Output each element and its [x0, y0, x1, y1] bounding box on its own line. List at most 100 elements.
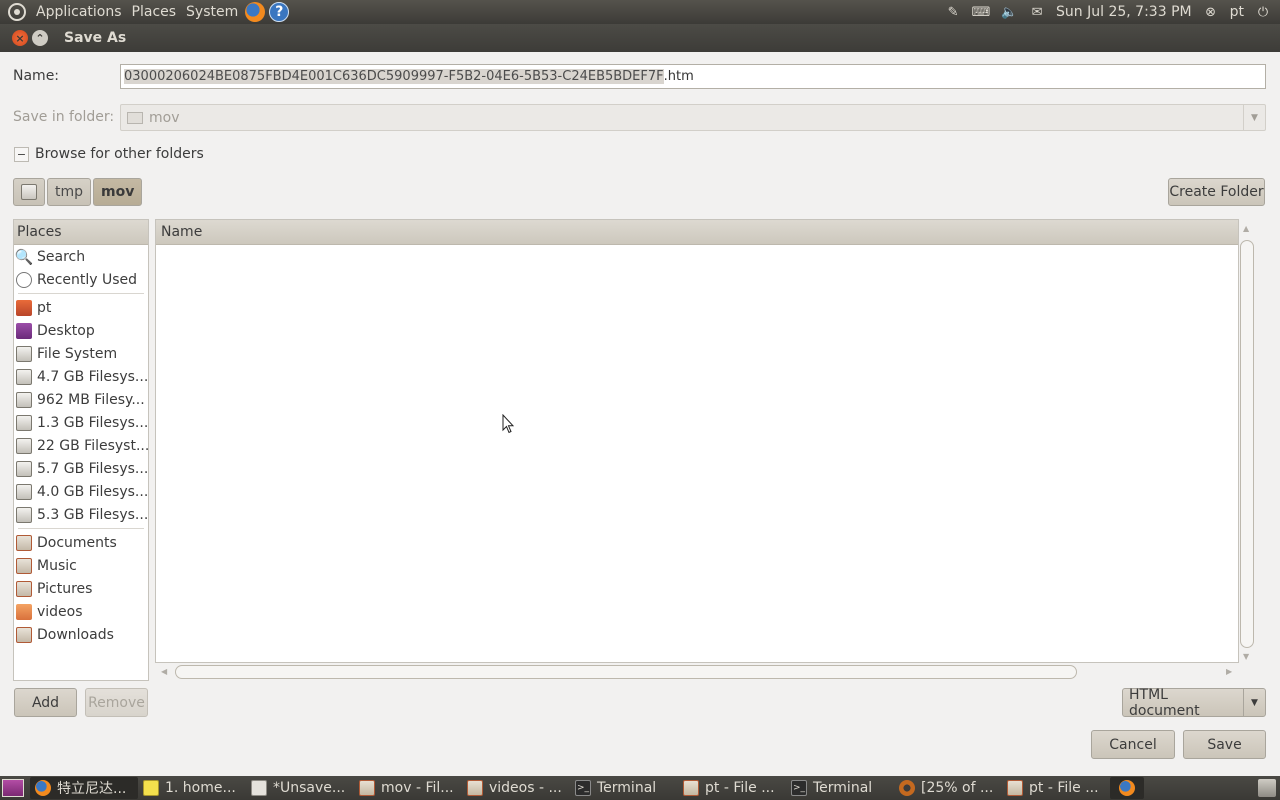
taskbar-item[interactable]: pt - File ... [1002, 777, 1110, 799]
taskbar-item-label: [25% of ... [921, 780, 994, 796]
places-item-file-system[interactable]: File System [14, 342, 148, 365]
browse-folders-expander[interactable]: − Browse for other folders [14, 146, 204, 162]
browse-folders-label[interactable]: Browse for other folders [35, 146, 204, 162]
taskbar-item[interactable]: 特立尼达... [30, 777, 138, 799]
places-item-pt[interactable]: pt [14, 296, 148, 319]
horizontal-scrollbar[interactable]: ◀ ▶ [160, 664, 1238, 680]
places-header[interactable]: Places [14, 220, 148, 245]
places-item-downloads[interactable]: Downloads [14, 623, 148, 646]
menu-system[interactable]: System [181, 4, 243, 20]
music-folder-icon [16, 557, 32, 574]
terminal-icon: >_ [575, 780, 591, 796]
taskbar-item[interactable]: *Unsave... [246, 777, 354, 799]
mail-icon[interactable]: ✉ [1028, 4, 1046, 20]
places-item-search[interactable]: 🔍 Search [14, 245, 148, 268]
show-desktop-icon[interactable] [2, 779, 24, 797]
save-button[interactable]: Save [1183, 730, 1266, 759]
text-editor-icon [251, 780, 267, 796]
places-item-label: Music [37, 557, 77, 574]
scroll-down-icon[interactable]: ▼ [1243, 652, 1249, 661]
user-name[interactable]: pt [1230, 4, 1244, 20]
taskbar-item-label: 1. home... [165, 780, 236, 796]
places-item-pictures[interactable]: Pictures [14, 577, 148, 600]
menu-places[interactable]: Places [127, 4, 182, 20]
scroll-up-icon[interactable]: ▲ [1243, 224, 1249, 233]
taskbar-item[interactable]: [25% of ... [894, 777, 1002, 799]
folder-icon [16, 603, 32, 620]
drive-icon [16, 414, 32, 431]
vertical-scrollbar[interactable]: ▲ ▼ [1240, 224, 1254, 662]
notes-icon[interactable]: ✎ [944, 4, 962, 20]
folder-icon [127, 111, 143, 124]
add-bookmark-button[interactable]: Add [14, 688, 77, 717]
places-item-music[interactable]: Music [14, 554, 148, 577]
top-menu: Applications Places System ? [0, 0, 290, 24]
collapse-icon[interactable]: − [14, 146, 29, 162]
file-type-filter-combo[interactable]: HTML document ▼ [1122, 687, 1266, 719]
keyboard-icon[interactable]: ⌨ [972, 4, 991, 20]
taskbar-item[interactable]: 1. home... [138, 777, 246, 799]
places-item-label: 1.3 GB Filesys... [37, 414, 149, 431]
horizontal-scroll-thumb[interactable] [175, 665, 1077, 679]
places-item-label: videos [37, 603, 83, 620]
minimize-window-button[interactable]: ⌃ [32, 30, 48, 46]
remove-bookmark-button[interactable]: Remove [85, 688, 148, 717]
places-item-label: 4.0 GB Filesys... [37, 483, 149, 500]
name-label: Name: [13, 68, 60, 84]
filename-input[interactable]: 03000206024BE0875FBD4E001C636DC5909997-F… [120, 64, 1266, 89]
taskbar-item-firefox-dialog[interactable] [1110, 777, 1144, 799]
clock[interactable]: Sun Jul 25, 7:33 PM [1056, 4, 1192, 20]
places-item-documents[interactable]: Documents [14, 531, 148, 554]
user-status-icon[interactable]: ⊗ [1202, 4, 1220, 20]
taskbar-item[interactable]: mov - Fil... [354, 777, 462, 799]
taskbar-item[interactable]: videos - ... [462, 777, 570, 799]
save-in-folder-value: mov [149, 109, 180, 126]
top-panel: Applications Places System ? ✎ ⌨ 🔈 ✉ Sun… [0, 0, 1280, 24]
places-item-volume[interactable]: 1.3 GB Filesys... [14, 411, 148, 434]
taskbar-item-label: pt - File ... [705, 780, 775, 796]
taskbar-item[interactable]: >_ Terminal [786, 777, 894, 799]
close-window-button[interactable]: × [12, 30, 28, 46]
places-item-volume[interactable]: 962 MB Filesy... [14, 388, 148, 411]
bottom-taskbar: 特立尼达... 1. home... *Unsave... mov - Fil.… [0, 776, 1280, 800]
chevron-down-icon: ▼ [1243, 105, 1265, 130]
places-item-label: Documents [37, 534, 117, 551]
downloads-folder-icon [16, 626, 32, 643]
taskbar-item[interactable]: >_ Terminal [570, 777, 678, 799]
file-list[interactable]: Name [155, 219, 1239, 663]
firefox-launcher-icon[interactable] [245, 2, 266, 22]
places-item-volume[interactable]: 4.7 GB Filesys... [14, 365, 148, 388]
help-icon[interactable]: ? [269, 2, 290, 22]
places-item-volume[interactable]: 5.3 GB Filesys... [14, 503, 148, 526]
path-button-mov[interactable]: mov [93, 178, 143, 206]
ubuntu-logo-icon[interactable] [8, 3, 26, 21]
scroll-left-icon[interactable]: ◀ [161, 667, 167, 676]
path-button-tmp[interactable]: tmp [47, 178, 92, 206]
drive-icon [16, 345, 32, 362]
cancel-button[interactable]: Cancel [1091, 730, 1175, 759]
places-item-label: Search [37, 248, 86, 265]
places-item-videos[interactable]: videos [14, 600, 148, 623]
places-item-volume[interactable]: 5.7 GB Filesys... [14, 457, 148, 480]
vertical-scroll-thumb[interactable] [1240, 240, 1254, 648]
places-item-label: 4.7 GB Filesys... [37, 368, 149, 385]
power-icon[interactable]: ⏻ [1254, 4, 1272, 20]
volume-icon[interactable]: 🔈 [1000, 4, 1018, 20]
places-item-desktop[interactable]: Desktop [14, 319, 148, 342]
pictures-folder-icon [16, 580, 32, 597]
recent-icon [16, 271, 32, 288]
menu-applications[interactable]: Applications [31, 4, 127, 20]
scroll-right-icon[interactable]: ▶ [1226, 667, 1232, 676]
create-folder-button[interactable]: Create Folder [1168, 178, 1265, 206]
trash-icon[interactable] [1258, 779, 1276, 797]
places-item-volume[interactable]: 4.0 GB Filesys... [14, 480, 148, 503]
drive-icon [16, 437, 32, 454]
taskbar-item[interactable]: pt - File ... [678, 777, 786, 799]
places-item-recently-used[interactable]: Recently Used [14, 268, 148, 291]
column-header-name[interactable]: Name [156, 220, 1238, 245]
places-separator [18, 293, 144, 294]
path-root-button[interactable] [13, 178, 45, 206]
places-item-volume[interactable]: 22 GB Filesyst... [14, 434, 148, 457]
home-folder-icon [16, 299, 32, 316]
save-as-dialog: Name: 03000206024BE0875FBD4E001C636DC590… [0, 52, 1280, 774]
